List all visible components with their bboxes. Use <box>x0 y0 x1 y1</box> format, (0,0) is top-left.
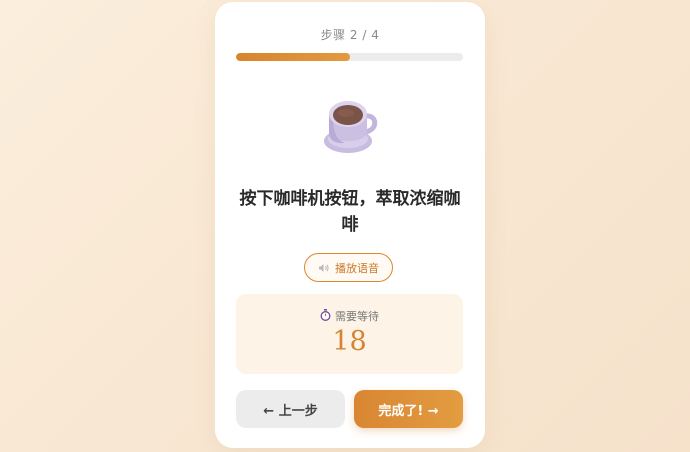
previous-step-button[interactable]: ← 上一步 <box>236 390 345 428</box>
wait-countdown: 18 <box>332 326 367 357</box>
wait-label-row: 需要等待 <box>236 308 463 324</box>
progress-bar <box>236 53 463 61</box>
step-card: 步骤 2 / 4 按下咖啡机按钮，萃取浓缩咖啡 播放语音 需要等待 18 ← 上… <box>215 2 485 448</box>
instruction-text: 按下咖啡机按钮，萃取浓缩咖啡 <box>239 189 461 235</box>
play-voice-button[interactable]: 播放语音 <box>304 253 393 282</box>
coffee-cup-icon <box>315 94 385 164</box>
progress-fill <box>236 53 350 61</box>
wait-label: 需要等待 <box>335 310 379 323</box>
done-button[interactable]: 完成了! → <box>354 390 463 428</box>
stopwatch-icon <box>320 308 331 324</box>
play-voice-label: 播放语音 <box>335 261 379 275</box>
step-indicator: 步骤 2 / 4 <box>320 28 380 42</box>
speaker-icon <box>318 258 330 277</box>
wait-timer-box: 需要等待 18 <box>236 294 463 374</box>
